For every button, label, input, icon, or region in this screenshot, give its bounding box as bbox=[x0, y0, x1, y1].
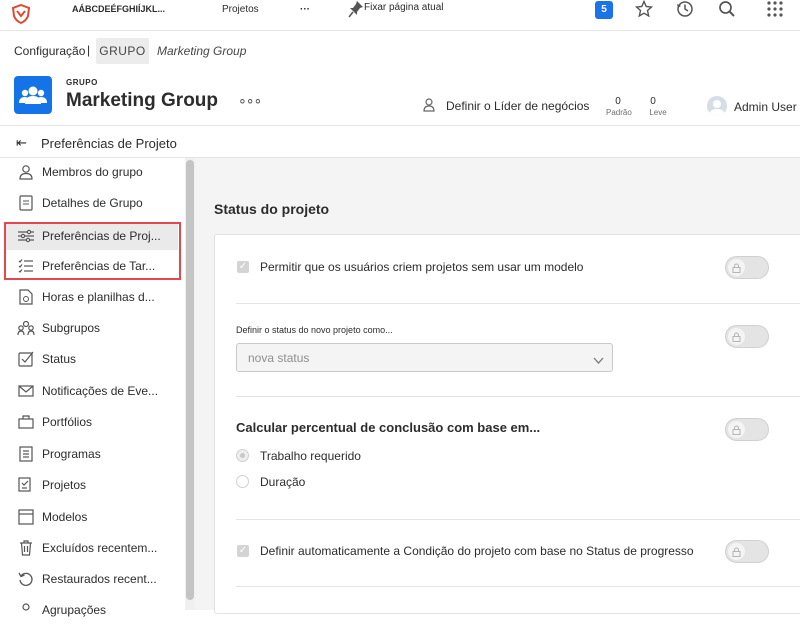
row-divider bbox=[236, 586, 800, 587]
chevron-down-icon bbox=[593, 354, 604, 368]
breadcrumb-separator: | bbox=[87, 43, 91, 57]
row-divider bbox=[236, 396, 800, 397]
person-icon bbox=[423, 98, 435, 115]
portfolio-icon bbox=[16, 412, 36, 432]
lock-icon bbox=[728, 259, 745, 276]
status-icon bbox=[16, 349, 36, 369]
trash-icon bbox=[16, 538, 36, 558]
row-divider bbox=[236, 519, 800, 520]
mail-icon bbox=[16, 381, 36, 401]
radio-duration-label: Duração bbox=[260, 475, 306, 489]
breadcrumb-current: Marketing Group bbox=[157, 44, 247, 58]
sidebar-item-templates[interactable]: Modelos bbox=[6, 503, 178, 531]
sidebar-item-recently-restored[interactable]: Restaurados recent... bbox=[6, 565, 178, 593]
project-icon bbox=[16, 475, 36, 495]
lock-toggle-4[interactable] bbox=[725, 540, 769, 563]
section-page-title: Preferências de Projeto bbox=[41, 136, 177, 151]
radio-planned-hours-label: Trabalho requerido bbox=[260, 449, 361, 463]
sidebar-item-programs[interactable]: Programas bbox=[6, 440, 178, 468]
document-icon bbox=[16, 193, 36, 213]
sidebar-item-timesheets[interactable]: Horas e planilhas d... bbox=[6, 283, 178, 311]
sidebar-item-label: Portfólios bbox=[42, 415, 93, 429]
sidebar-scrollbar-thumb[interactable] bbox=[186, 160, 194, 600]
sidebar-item-status[interactable]: Status bbox=[6, 345, 178, 373]
light-count-label: Leve bbox=[649, 108, 667, 117]
set-business-leader-button[interactable]: Definir o Líder de negócios bbox=[446, 99, 589, 113]
lock-icon bbox=[728, 543, 745, 560]
grouping-icon bbox=[16, 600, 36, 620]
allow-no-template-checkbox[interactable]: ✓ bbox=[237, 261, 249, 273]
allow-no-template-label: Permitir que os usuários criem projetos … bbox=[260, 260, 584, 274]
auto-condition-label: Definir automaticamente a Condição do pr… bbox=[260, 544, 694, 558]
calc-percent-title: Calcular percentual de conclusão com bas… bbox=[236, 420, 541, 435]
lock-toggle-3[interactable] bbox=[725, 418, 769, 441]
sidebar-item-label: Status bbox=[42, 352, 77, 366]
breadcrumb-group-tag: GRUPO bbox=[96, 38, 149, 64]
page-title: Marketing Group bbox=[66, 90, 219, 111]
lock-toggle-2[interactable] bbox=[725, 325, 769, 348]
group-type-label: GRUPO bbox=[66, 78, 98, 87]
highlight-box bbox=[4, 222, 181, 280]
sidebar-item-label: Subgrupos bbox=[42, 321, 101, 335]
sidebar-item-label: Agrupações bbox=[42, 603, 107, 617]
pin-page-button[interactable]: Fixar página atual bbox=[364, 2, 444, 13]
more-options-button[interactable]: ∘∘∘ bbox=[238, 92, 262, 109]
more-menu[interactable]: ··· bbox=[300, 4, 310, 15]
user-name[interactable]: Admin User bbox=[734, 100, 797, 114]
avatar[interactable] bbox=[707, 96, 727, 116]
breadcrumb: Configuração | GRUPO Marketing Group bbox=[0, 31, 800, 67]
row-divider bbox=[236, 303, 800, 304]
history-icon[interactable] bbox=[676, 0, 696, 20]
lock-toggle-1[interactable] bbox=[725, 256, 769, 279]
restore-icon bbox=[16, 569, 36, 589]
timesheet-icon bbox=[16, 287, 36, 307]
users-icon bbox=[16, 162, 36, 182]
sidebar-item-details[interactable]: Detalhes de Grupo bbox=[6, 189, 178, 217]
star-icon[interactable] bbox=[634, 0, 655, 20]
radio-duration[interactable] bbox=[236, 475, 249, 488]
collapse-panel-icon[interactable]: ⇤ bbox=[16, 135, 27, 151]
breadcrumb-setup[interactable]: Configuração bbox=[14, 44, 85, 58]
tab-truncated[interactable]: AÁBCDEÉFGHIÍJKL... bbox=[72, 4, 165, 14]
radio-planned-hours[interactable] bbox=[236, 449, 249, 462]
sidebar-item-label: Horas e planilhas d... bbox=[42, 290, 155, 304]
sidebar-item-label: Detalhes de Grupo bbox=[42, 196, 143, 210]
group-icon bbox=[14, 76, 52, 114]
new-status-label: Definir o status do novo projeto como... bbox=[236, 325, 393, 335]
new-status-value: nova status bbox=[248, 351, 310, 365]
program-icon bbox=[16, 444, 36, 464]
new-status-select[interactable]: nova status bbox=[236, 343, 613, 372]
sidebar-item-subgroups[interactable]: Subgrupos bbox=[6, 314, 178, 342]
sidebar-item-label: Membros do grupo bbox=[42, 165, 143, 179]
notifications-badge[interactable]: 5 bbox=[595, 1, 613, 19]
section-title: Status do projeto bbox=[214, 201, 330, 217]
sidebar-item-recently-deleted[interactable]: Excluídos recentem... bbox=[6, 534, 178, 562]
sidebar-item-label: Excluídos recentem... bbox=[42, 541, 158, 555]
sidebar-item-projects[interactable]: Projetos bbox=[6, 471, 178, 499]
lock-icon bbox=[728, 421, 745, 438]
sidebar-item-label: Restaurados recent... bbox=[42, 572, 157, 586]
app-logo-icon[interactable] bbox=[8, 1, 34, 27]
sidebar-item-portfolios[interactable]: Portfólios bbox=[6, 408, 178, 436]
lock-icon bbox=[728, 328, 745, 345]
sidebar-item-groupings[interactable]: Agrupações bbox=[6, 596, 178, 624]
app-grid-icon[interactable] bbox=[766, 0, 786, 20]
header-divider bbox=[0, 125, 800, 126]
template-icon bbox=[16, 507, 36, 527]
sidebar-item-label: Notificações de Eve... bbox=[42, 384, 159, 398]
search-icon[interactable] bbox=[718, 0, 738, 20]
auto-condition-checkbox[interactable]: ✓ bbox=[237, 545, 249, 557]
light-count: 0 bbox=[650, 96, 656, 107]
standard-count: 0 bbox=[615, 96, 621, 107]
subgroups-icon bbox=[16, 318, 36, 338]
top-bar: AÁBCDEÉFGHIÍJKL... Projetos ··· Fixar pá… bbox=[0, 0, 800, 31]
sidebar-item-label: Projetos bbox=[42, 478, 87, 492]
pin-icon[interactable] bbox=[348, 0, 364, 21]
sidebar-item-members[interactable]: Membros do grupo bbox=[6, 158, 178, 186]
standard-count-label: Padrão bbox=[606, 108, 632, 117]
sidebar-item-event-notifications[interactable]: Notificações de Eve... bbox=[6, 377, 178, 405]
sidebar-item-label: Programas bbox=[42, 447, 101, 461]
sidebar-item-label: Modelos bbox=[42, 510, 88, 524]
projects-menu[interactable]: Projetos bbox=[222, 4, 259, 15]
